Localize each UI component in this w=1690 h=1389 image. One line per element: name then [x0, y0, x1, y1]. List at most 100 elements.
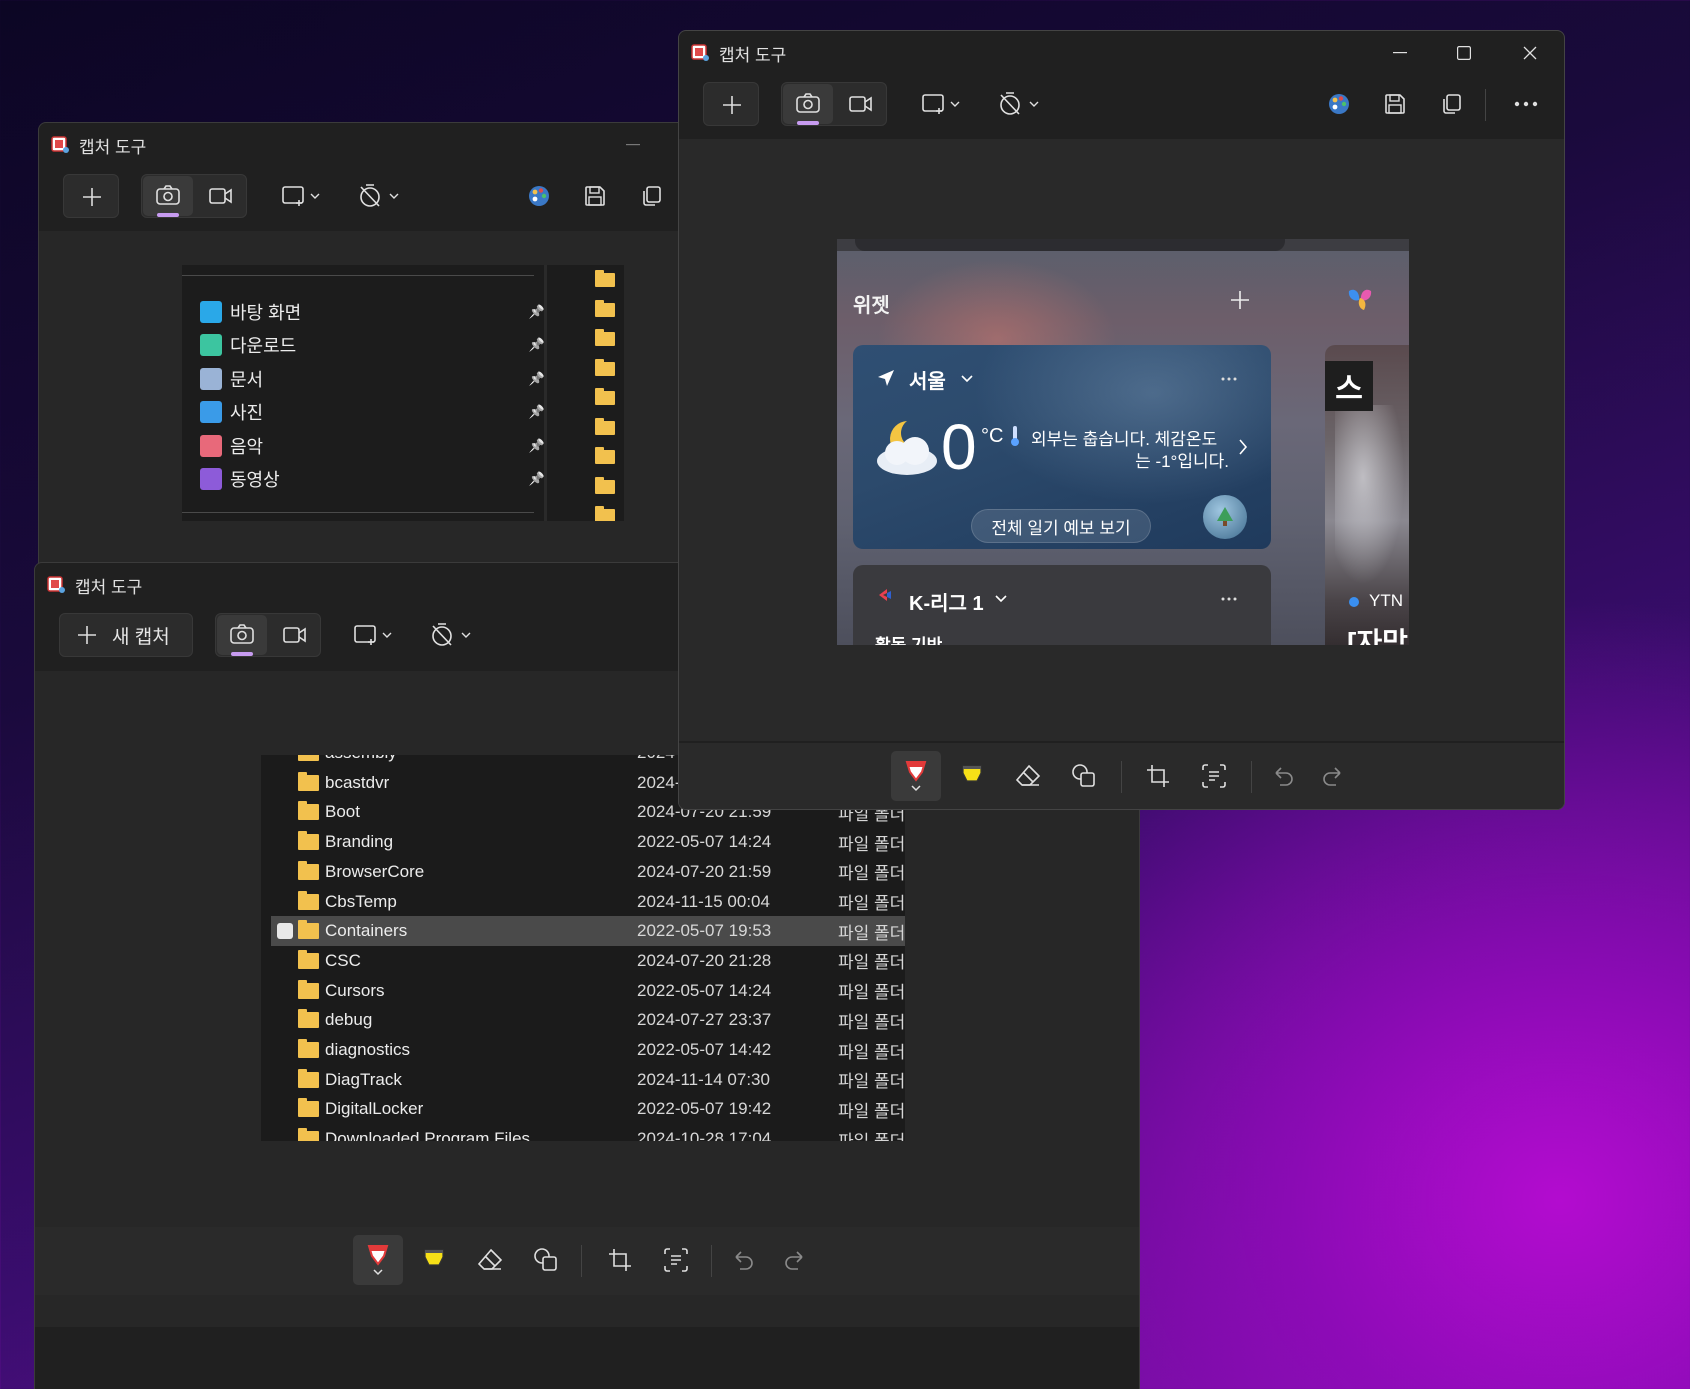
quick-access-item[interactable]: 동영상 📌 [200, 463, 545, 496]
table-row[interactable]: CSC 2024-07-20 21:28 파일 폴더 [261, 946, 905, 976]
new-button[interactable] [703, 82, 759, 126]
copy-button[interactable] [629, 176, 673, 216]
copilot-icon [1348, 289, 1372, 310]
highlighter-button[interactable] [947, 751, 997, 801]
separator [1121, 761, 1122, 793]
redo-button[interactable] [769, 1235, 819, 1285]
file-name: DigitalLocker [325, 1099, 424, 1119]
more-options-button[interactable] [1501, 84, 1551, 124]
new-capture-label: 새 캡처 [112, 626, 170, 648]
timer-dropdown[interactable] [425, 615, 479, 655]
video-icon [200, 468, 222, 490]
table-row[interactable]: CbsTemp 2024-11-15 00:04 파일 폴더 [261, 887, 905, 917]
document-icon [200, 367, 222, 390]
captured-widgets-panel: 위젯 서울 0 °C 외부는 춥습니다. 체감온도 는 -1°입니다. 전체 일… [837, 239, 1409, 645]
crop-button[interactable] [595, 1235, 645, 1285]
more-icon[interactable] [1221, 597, 1237, 601]
video-mode-button[interactable] [197, 176, 245, 216]
full-forecast-button[interactable]: 전체 일기 예보 보기 [971, 509, 1151, 543]
captured-explorer-list: assembly 2024- bcastdvr 2024- Boot 2024-07-20… [261, 755, 905, 1141]
news-source: YTN [1369, 591, 1403, 610]
paint-button[interactable] [1317, 84, 1361, 124]
new-capture-button[interactable]: 새 캡처 [59, 613, 193, 657]
save-button[interactable] [573, 176, 617, 216]
table-row[interactable]: Branding 2022-05-07 14:24 파일 폴더 [261, 827, 905, 857]
timer-dropdown[interactable] [353, 176, 407, 216]
folder-icon [595, 270, 615, 287]
add-widget-button[interactable] [1229, 289, 1253, 313]
toolbar [39, 155, 727, 235]
redo-icon [1323, 767, 1341, 786]
capture-canvas: 바탕 화면 📌 다운로드 📌 문서 📌 사진 📌 음악 📌 동영상 📌 [39, 231, 727, 591]
video-mode-button[interactable] [271, 615, 319, 655]
pin-icon[interactable]: 📌 [529, 471, 545, 487]
new-button[interactable] [63, 174, 119, 218]
weather-location[interactable]: 서울 [909, 365, 946, 394]
sports-widget[interactable]: K-리그 1 활동 기반 [853, 565, 1271, 645]
highlighter-button[interactable] [409, 1235, 459, 1285]
eraser-button[interactable] [1003, 751, 1053, 801]
timer-dropdown[interactable] [993, 84, 1047, 124]
undo-button[interactable] [719, 1235, 769, 1285]
text-actions-button[interactable] [651, 1235, 701, 1285]
screenshot-mode-button[interactable] [783, 84, 833, 125]
pin-icon[interactable]: 📌 [529, 304, 545, 320]
quick-access-item[interactable]: 사진 📌 [200, 396, 545, 429]
quick-access-item[interactable]: 바탕 화면 📌 [200, 295, 545, 328]
table-row[interactable]: BrowserCore 2024-07-20 21:59 파일 폴더 [261, 857, 905, 887]
temperature-unit: °C [981, 425, 1004, 447]
redo-button[interactable] [1307, 751, 1357, 801]
quick-access-item[interactable]: 문서 📌 [200, 362, 545, 395]
chevron-right-icon[interactable] [1238, 439, 1248, 455]
ballpoint-pen-button[interactable] [353, 1235, 403, 1285]
thermometer-icon [1011, 426, 1019, 446]
ballpoint-pen-button[interactable] [891, 751, 941, 801]
file-date: 2024-11-14 07:30 [637, 1069, 770, 1089]
quick-access-label: 문서 [230, 369, 264, 390]
separator [1485, 89, 1486, 121]
close-icon [1523, 46, 1537, 60]
pin-icon[interactable]: 📌 [529, 337, 545, 353]
screenshot-mode-button[interactable] [217, 615, 267, 656]
video-mode-button[interactable] [837, 84, 885, 124]
folder-icon [298, 890, 319, 910]
undo-icon [735, 1251, 753, 1270]
table-row[interactable]: debug 2024-07-27 23:37 파일 폴더 [261, 1005, 905, 1035]
undo-button[interactable] [1259, 751, 1309, 801]
file-name: Boot [325, 802, 360, 822]
file-date: 2022-05-07 14:42 [637, 1040, 772, 1059]
save-button[interactable] [1373, 84, 1417, 124]
table-row[interactable]: DiagTrack 2024-11-14 07:30 파일 폴더 [261, 1065, 905, 1095]
screenshot-mode-button[interactable] [143, 176, 193, 217]
paint-button[interactable] [517, 176, 561, 216]
snipping-tool-app-icon [691, 43, 711, 63]
news-widget[interactable]: 스 YTN [자막 [1325, 345, 1409, 645]
shapes-button[interactable] [1059, 751, 1109, 801]
copy-button[interactable] [1429, 84, 1473, 124]
snip-shape-dropdown[interactable] [915, 84, 969, 124]
folder-icon [298, 1098, 319, 1118]
table-row[interactable]: Cursors 2022-05-07 14:24 파일 폴더 [261, 976, 905, 1006]
snip-shape-dropdown[interactable] [347, 615, 401, 655]
shapes-button[interactable] [521, 1235, 571, 1285]
table-row[interactable]: DigitalLocker 2022-05-07 19:42 파일 폴더 [261, 1094, 905, 1124]
crop-button[interactable] [1133, 751, 1183, 801]
weather-widget[interactable]: 서울 0 °C 외부는 춥습니다. 체감온도 는 -1°입니다. 전체 일기 예… [853, 345, 1271, 549]
rectangle-snip-icon [354, 625, 392, 645]
quick-access-item[interactable]: 음악 📌 [200, 429, 545, 462]
text-actions-button[interactable] [1189, 751, 1239, 801]
pin-icon[interactable]: 📌 [529, 371, 545, 387]
more-icon[interactable] [1221, 377, 1237, 381]
table-row[interactable]: diagnostics 2022-05-07 14:42 파일 폴더 [261, 1035, 905, 1065]
pin-icon[interactable]: 📌 [529, 404, 545, 420]
table-row[interactable]: Downloaded Program Files 2024-10-28 17:04… [261, 1124, 905, 1141]
table-row[interactable]: Containers 2022-05-07 19:53 파일 폴더 [271, 916, 905, 947]
snip-shape-dropdown[interactable] [275, 176, 329, 216]
copilot-button[interactable] [1345, 285, 1375, 315]
eraser-button[interactable] [465, 1235, 515, 1285]
divider [182, 275, 534, 276]
folder-icon [298, 1128, 319, 1141]
quick-access-item[interactable]: 다운로드 📌 [200, 329, 545, 362]
row-checkbox[interactable] [277, 923, 293, 940]
pin-icon[interactable]: 📌 [529, 438, 545, 454]
